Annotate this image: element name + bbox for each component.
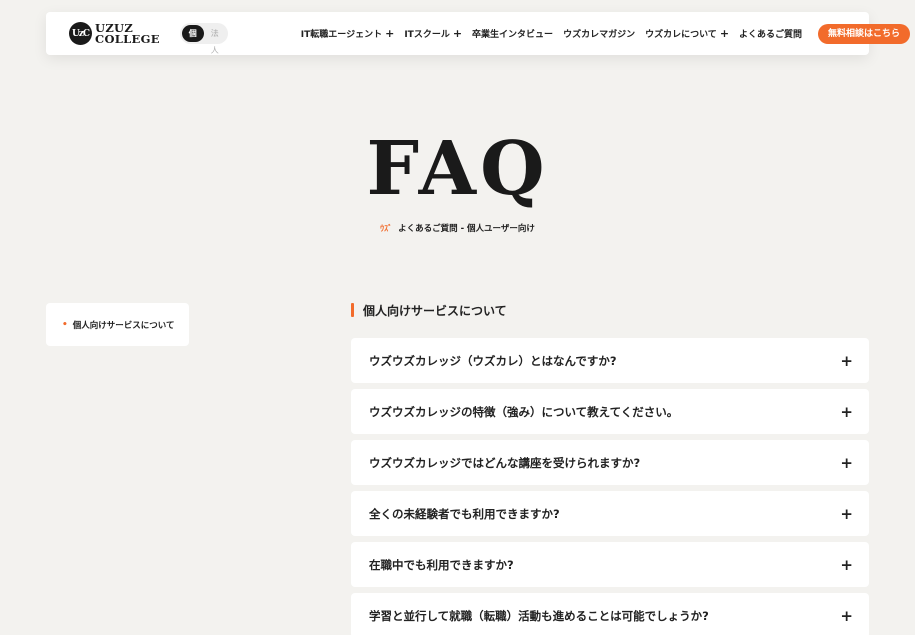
nav-interviews[interactable]: 卒業生インタビュー [472, 27, 553, 40]
logo[interactable]: UzC UZUZ COLLEGE [69, 22, 160, 45]
expand-plus-icon[interactable]: + [840, 403, 853, 421]
audience-toggle[interactable]: 個人 法人 [179, 23, 228, 55]
expand-plus-icon[interactable]: + [840, 607, 853, 625]
main-nav: IT転職エージェント + ITスクール + 卒業生インタビュー ウズカレマガジン ウ… [301, 23, 911, 44]
faq-question: 在職中でも利用できますか? [369, 557, 514, 572]
nav-it-school[interactable]: ITスクール + [404, 27, 462, 40]
logo-text: UZUZ COLLEGE [95, 22, 160, 46]
faq-question: ウズウズカレッジの特徴（強み）について教えてください。 [369, 404, 679, 419]
free-consult-button[interactable]: 無料相談はこちら [818, 23, 911, 44]
section-heading: 個人向けサービスについて [351, 302, 507, 318]
toggle-individual[interactable]: 個人 [181, 25, 204, 55]
accent-bar [351, 303, 354, 317]
expand-plus-icon[interactable]: + [840, 505, 853, 523]
site-header: UzC UZUZ COLLEGE 個人 法人 IT転職エージェント + ITスクー… [46, 12, 911, 55]
faq-question: 全くの未経験者でも利用できますか? [369, 506, 560, 521]
faq-item[interactable]: 学習と並行して就職（転職）活動も進めることは可能でしょうか? + [351, 593, 869, 635]
sidebar-item-individual-services[interactable]: • 個人向けサービスについて [46, 303, 189, 346]
logo-line2: COLLEGE [95, 31, 160, 46]
faq-item[interactable]: ウズウズカレッジ（ウズカレ）とはなんですか? + [351, 338, 869, 383]
breadcrumb-text: よくあるご質問 - 個人ユーザー向け [398, 224, 535, 234]
section-title-text: 個人向けサービスについて [363, 303, 507, 318]
nav-magazine[interactable]: ウズカレマガジン [563, 27, 635, 40]
nav-it-agent[interactable]: IT転職エージェント + [301, 27, 395, 40]
bullet-icon: • [62, 319, 68, 330]
page-title: FAQ [366, 126, 549, 212]
faq-question: 学習と並行して就職（転職）活動も進めることは可能でしょうか? [369, 608, 709, 623]
faq-item[interactable]: ウズウズカレッジの特徴（強み）について教えてください。 + [351, 389, 869, 434]
logo-mark-icon: UzC [69, 22, 92, 45]
faq-item[interactable]: ウズウズカレッジではどんな講座を受けられますか? + [351, 440, 869, 485]
uzuz-logo-icon: ｳｽﾞ [380, 224, 393, 233]
plus-icon: + [719, 27, 730, 40]
nav-about[interactable]: ウズカレについて + [645, 27, 729, 40]
faq-question: ウズウズカレッジではどんな講座を受けられますか? [369, 455, 641, 470]
expand-plus-icon[interactable]: + [840, 556, 853, 574]
breadcrumb: ｳｽﾞ よくあるご質問 - 個人ユーザー向け [0, 222, 915, 234]
faq-question: ウズウズカレッジ（ウズカレ）とはなんですか? [369, 353, 617, 368]
expand-plus-icon[interactable]: + [840, 352, 853, 370]
toggle-corporate[interactable]: 法人 [204, 25, 226, 55]
plus-icon: + [385, 27, 395, 40]
faq-item[interactable]: 全くの未経験者でも利用できますか? + [351, 491, 869, 536]
expand-plus-icon[interactable]: + [840, 454, 853, 472]
faq-item[interactable]: 在職中でも利用できますか? + [351, 542, 869, 587]
nav-faq[interactable]: よくあるご質問 [739, 27, 802, 40]
plus-icon: + [452, 27, 463, 40]
sidebar-item-label: 個人向けサービスについて [72, 320, 175, 331]
faq-list: ウズウズカレッジ（ウズカレ）とはなんですか? + ウズウズカレッジの特徴（強み）… [351, 338, 869, 635]
